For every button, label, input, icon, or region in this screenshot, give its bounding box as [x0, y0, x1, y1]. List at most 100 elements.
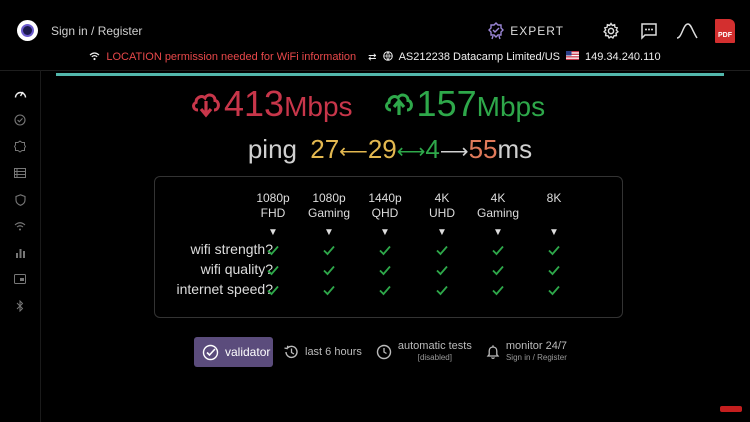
list-icon: [14, 168, 26, 179]
monitor-text: monitor 24/7 Sign in / Register: [506, 341, 567, 363]
row-label: wifi strength?: [190, 241, 273, 257]
quality-matrix: 1080p FHD ▼ 1080p Gaming ▼ 1440p QHD ▼ 4K UHD ▼ 4K Ga…: [154, 176, 623, 318]
column-dropdown-icon[interactable]: ▼: [243, 227, 303, 238]
pdf-button[interactable]: PDF: [714, 19, 736, 43]
expert-label: EXPERT: [510, 24, 564, 38]
check-icon: [379, 245, 391, 256]
sidebar: [0, 80, 40, 319]
messages-button[interactable]: [638, 20, 660, 42]
column-header-line1: 1440p: [368, 191, 402, 205]
curve-icon: [676, 23, 698, 39]
sign-in-link[interactable]: Sign in / Register: [51, 24, 142, 38]
chat-icon: [641, 23, 657, 40]
check-icon: [436, 285, 448, 296]
download-cloud-icon: [192, 93, 220, 118]
settings-button[interactable]: [600, 20, 622, 42]
speedometer-icon: [14, 91, 26, 98]
sidebar-item-wifi[interactable]: [0, 213, 40, 240]
toolbar: EXPERT PDF: [488, 16, 736, 46]
curve-button[interactable]: [676, 20, 698, 42]
upload-value: 157: [416, 83, 477, 124]
check-circle-icon: [14, 114, 26, 126]
column-header-line2: Gaming: [476, 206, 520, 220]
column-header-line1: 8K: [546, 191, 562, 205]
column-dropdown-icon[interactable]: ▼: [299, 227, 359, 238]
ping-loaded: 55: [468, 134, 498, 164]
check-icon: [379, 285, 391, 296]
location-warning[interactable]: LOCATION permission needed for WiFi info…: [106, 51, 356, 63]
check-icon: [323, 285, 335, 296]
column-header: 4K UHD: [412, 191, 472, 221]
badge-icon: [488, 22, 505, 40]
validator-button[interactable]: validator: [194, 337, 273, 367]
app-logo[interactable]: [17, 20, 38, 41]
history-icon: [284, 345, 298, 359]
upload-speed: 157 Mbps: [383, 83, 546, 125]
monitor-button[interactable]: monitor 24/7 Sign in / Register: [486, 341, 567, 363]
column-header: 1440p QHD: [355, 191, 415, 221]
column-header-line2: FHD: [260, 206, 286, 220]
bottom-actions: validator last 6 hours automatic tests […: [194, 337, 567, 367]
column-dropdown-icon[interactable]: ▼: [355, 227, 415, 238]
swap-icon[interactable]: ⇄: [368, 52, 376, 63]
row-label: internet speed?: [176, 281, 273, 297]
ethernet-icon: [14, 274, 26, 285]
sidebar-item-network[interactable]: [0, 266, 40, 293]
check-icon: [492, 245, 504, 256]
column-header-line1: 1080p: [312, 191, 346, 205]
bluetooth-icon: [16, 300, 24, 313]
ping-unit: ms: [497, 134, 533, 164]
upload-unit: Mbps: [476, 91, 546, 122]
wifi-icon: [89, 51, 100, 64]
history-button[interactable]: last 6 hours: [283, 344, 362, 360]
progress-accent-bar: [56, 73, 724, 76]
gear-icon: [603, 22, 619, 40]
sidebar-item-check[interactable]: [0, 107, 40, 134]
automatic-tests-text: automatic tests [disabled]: [398, 341, 472, 363]
check-icon: [379, 265, 391, 276]
column-dropdown-icon[interactable]: ▼: [524, 227, 584, 238]
arrow-left-icon: ⟵: [339, 141, 368, 163]
column-header-line1: 4K: [434, 191, 450, 205]
bell-icon: [486, 345, 500, 359]
column-dropdown-icon[interactable]: ▼: [468, 227, 528, 238]
sidebar-divider: [40, 70, 41, 422]
ping-min: 27: [310, 134, 340, 164]
monitor-label: monitor 24/7: [505, 340, 568, 352]
column-header-line2: QHD: [371, 206, 399, 220]
check-icon: [267, 285, 279, 296]
ping-jitter: 4: [425, 134, 440, 164]
column-header-line2: Gaming: [307, 206, 351, 220]
clock-icon: [376, 344, 392, 360]
ping-label: ping: [247, 134, 297, 164]
check-icon: [548, 245, 560, 256]
download-speed: 413 Mbps: [190, 83, 353, 125]
arrow-right-icon: ⟶: [439, 141, 469, 163]
sidebar-item-speedtest[interactable]: [0, 80, 40, 107]
column-header-line1: 1080p: [256, 191, 290, 205]
automatic-tests-button[interactable]: automatic tests [disabled]: [376, 341, 472, 363]
pdf-icon: PDF: [715, 19, 735, 43]
column-dropdown-icon[interactable]: ▼: [412, 227, 472, 238]
sidebar-item-bluetooth[interactable]: [0, 293, 40, 320]
sidebar-item-stats[interactable]: [0, 240, 40, 267]
speed-readout: 413 Mbps 157 Mbps: [190, 83, 545, 125]
sidebar-item-security[interactable]: [0, 186, 40, 213]
globe-icon: [382, 50, 393, 64]
check-icon: [323, 265, 335, 276]
check-icon: [436, 245, 448, 256]
column-header: 8K: [524, 191, 584, 221]
upload-cloud-icon: [384, 93, 413, 115]
check-icon: [492, 265, 504, 276]
history-label: last 6 hours: [305, 346, 362, 358]
download-unit: Mbps: [284, 91, 353, 122]
check-icon: [492, 285, 504, 296]
wifi-icon: [14, 222, 26, 231]
youtube-logo: [720, 406, 742, 412]
ip-address: 149.34.240.110: [585, 51, 661, 63]
expert-button[interactable]: EXPERT: [488, 22, 564, 40]
us-flag-icon: [566, 51, 579, 63]
automatic-tests-label: automatic tests: [397, 340, 472, 352]
pdf-label: PDF: [718, 32, 732, 39]
check-icon: [267, 265, 279, 276]
